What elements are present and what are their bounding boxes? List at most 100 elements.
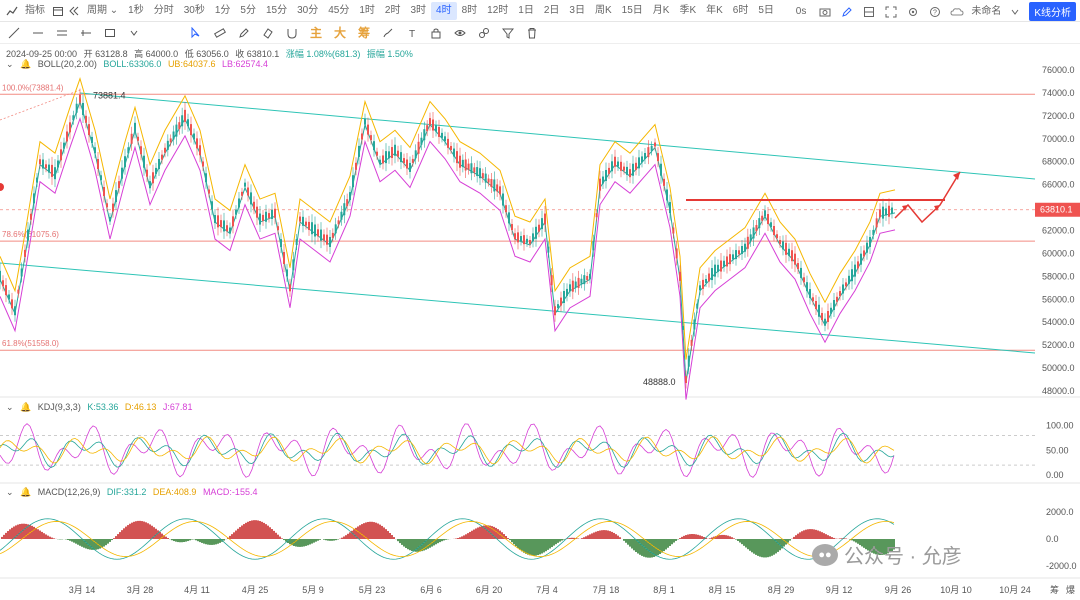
indicator-button[interactable]: 指标 <box>20 2 50 20</box>
interval-10[interactable]: 3时 <box>405 2 431 20</box>
interval-9[interactable]: 2时 <box>380 2 406 20</box>
candle-body <box>146 169 148 177</box>
layout-icon[interactable] <box>861 3 877 21</box>
candle-body <box>741 245 743 254</box>
candle-body <box>36 177 38 183</box>
interval-20[interactable]: 季K <box>674 2 701 20</box>
candle-body <box>149 181 151 189</box>
interval-6[interactable]: 30分 <box>292 2 323 20</box>
candle-body <box>130 133 133 144</box>
interval-16[interactable]: 3日 <box>564 2 590 20</box>
filter-icon[interactable] <box>500 25 516 41</box>
candle-body <box>169 138 172 143</box>
candle-body <box>476 167 479 177</box>
candle-body <box>109 217 111 222</box>
candle-body <box>675 248 678 259</box>
horizontal-line-icon[interactable] <box>30 25 46 41</box>
camera-icon[interactable] <box>817 3 833 21</box>
interval-0[interactable]: 1秒 <box>123 2 149 20</box>
interval-18[interactable]: 15日 <box>617 2 648 20</box>
candle-body <box>879 209 881 218</box>
chips-button[interactable]: 筹 <box>356 25 372 41</box>
tool-dropdown-icon[interactable] <box>126 25 142 41</box>
interval-21[interactable]: 年K <box>701 2 728 20</box>
select-cursor-icon[interactable] <box>188 25 204 41</box>
chevron-down-icon[interactable] <box>1007 3 1023 21</box>
brush-icon[interactable] <box>380 25 396 41</box>
amplitude-value: 振幅 1.50% <box>366 49 413 59</box>
calendar-icon[interactable] <box>50 2 66 20</box>
candle-body <box>794 253 796 265</box>
interval-13[interactable]: 12时 <box>482 2 513 20</box>
text-icon[interactable]: T <box>404 25 420 41</box>
trash-icon[interactable] <box>524 25 540 41</box>
collapse-icon[interactable]: ⌄ <box>6 59 14 69</box>
candle-body <box>277 226 279 231</box>
magnet-icon[interactable] <box>284 25 300 41</box>
boll-name[interactable]: BOLL(20,2.00) <box>38 59 97 69</box>
interval-3[interactable]: 1分 <box>210 2 236 20</box>
interval-4[interactable]: 5分 <box>235 2 261 20</box>
layout-name[interactable]: 未命名 <box>971 3 1001 21</box>
interval-15[interactable]: 2日 <box>539 2 565 20</box>
parallel-lines-icon[interactable] <box>54 25 70 41</box>
interval-7[interactable]: 45分 <box>323 2 354 20</box>
settings-icon[interactable] <box>905 3 921 21</box>
interval-12[interactable]: 8时 <box>457 2 483 20</box>
interval-11[interactable]: 4时 <box>431 1 457 20</box>
ray-icon[interactable] <box>78 25 94 41</box>
candle-body <box>744 243 746 252</box>
eye-icon[interactable] <box>452 25 468 41</box>
interval-17[interactable]: 周K <box>590 2 617 20</box>
cloud-icon[interactable] <box>949 3 965 21</box>
candle-body <box>566 288 568 296</box>
interval-19[interactable]: 月K <box>648 2 675 20</box>
interval-23[interactable]: 5日 <box>753 2 779 20</box>
collapse-icon[interactable]: ⌄ <box>6 487 14 497</box>
candle-body <box>605 169 607 181</box>
candle-body <box>106 203 108 208</box>
candle-body <box>544 213 546 225</box>
candle-body <box>337 220 340 225</box>
candle-body <box>72 115 75 121</box>
rectangle-icon[interactable] <box>102 25 118 41</box>
candle-body <box>420 137 423 145</box>
interval-2[interactable]: 30秒 <box>179 2 210 20</box>
candle-body <box>821 312 823 320</box>
kdj-name[interactable]: KDJ(9,3,3) <box>38 402 81 412</box>
link-icon[interactable] <box>476 25 492 41</box>
interval-14[interactable]: 1日 <box>513 2 539 20</box>
ruler-icon[interactable] <box>212 25 228 41</box>
help-icon[interactable]: ? <box>927 3 943 21</box>
fib-100-label: 100.0%(73881.4) <box>2 83 64 92</box>
macd-name[interactable]: MACD(12,26,9) <box>38 487 101 497</box>
arrow-head <box>934 205 940 211</box>
date-tick: 8月 29 <box>768 585 795 595</box>
pencil-icon[interactable] <box>236 25 252 41</box>
lock-icon[interactable] <box>428 25 444 41</box>
big-order-button[interactable]: 大 <box>332 25 348 41</box>
collapse-icon[interactable]: ⌄ <box>6 402 14 412</box>
eraser-icon[interactable] <box>260 25 276 41</box>
fullscreen-icon[interactable] <box>883 3 899 21</box>
rewind-icon[interactable] <box>66 2 82 20</box>
kline-analysis-button[interactable]: K线分析 <box>1029 2 1076 21</box>
interval-22[interactable]: 6时 <box>728 2 754 20</box>
alert-icon[interactable]: 🔔 <box>20 402 31 412</box>
candle-body <box>574 281 577 288</box>
interval-1[interactable]: 分时 <box>149 2 179 20</box>
alert-icon[interactable]: 🔔 <box>20 487 31 497</box>
chart-canvas[interactable]: 76000.0 74000.0 72000.0 70000.0 68000.0 66000… <box>0 0 1080 600</box>
interval-8[interactable]: 1时 <box>354 2 380 20</box>
edit-icon[interactable] <box>839 3 855 21</box>
j-value: J:67.81 <box>162 402 193 412</box>
candle-body <box>490 179 493 188</box>
interval-5[interactable]: 15分 <box>261 2 292 20</box>
period-dropdown[interactable]: 周期 ⌄ <box>82 2 123 20</box>
candle-body <box>749 234 752 242</box>
indicator-icon[interactable] <box>4 2 20 20</box>
candle-body <box>589 273 591 279</box>
main-chart-button[interactable]: 主 <box>308 25 324 41</box>
alert-icon[interactable]: 🔔 <box>20 59 31 69</box>
line-tool-icon[interactable] <box>6 25 22 41</box>
